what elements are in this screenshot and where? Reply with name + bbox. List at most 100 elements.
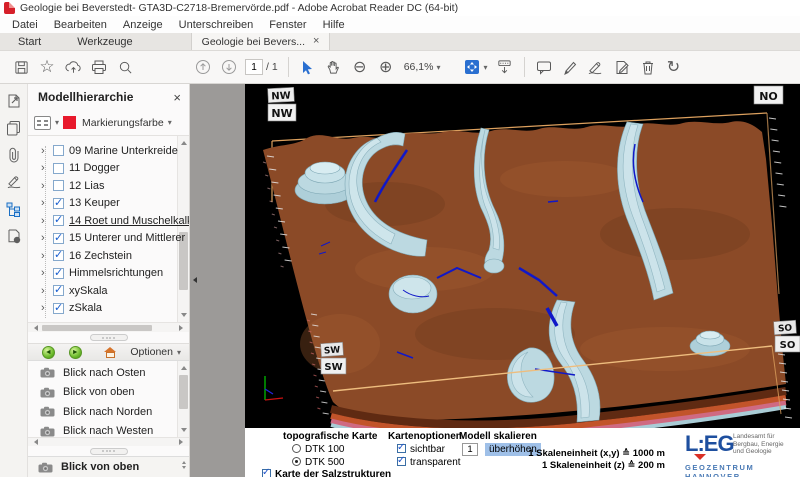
- scroll-mode-icon[interactable]: [492, 55, 518, 79]
- next-page-icon[interactable]: [216, 55, 242, 79]
- zoom-in-icon[interactable]: ⊕: [373, 55, 399, 79]
- tree-item[interactable]: ›xySkala: [28, 282, 177, 300]
- tree-view-mode-icon[interactable]: [34, 116, 51, 130]
- tree-item-checkbox[interactable]: [53, 180, 64, 191]
- menu-item-fenster[interactable]: Fenster: [261, 18, 314, 32]
- comment-icon[interactable]: [531, 55, 557, 79]
- tree-item[interactable]: ›09 Marine Unterkreide: [28, 142, 177, 160]
- next-view-button[interactable]: ►: [69, 346, 82, 359]
- chevron-down-icon[interactable]: ▾: [483, 63, 487, 72]
- previous-view-button[interactable]: ◄: [42, 346, 55, 359]
- tree-item[interactable]: ›zSkala: [28, 300, 177, 318]
- expander-icon[interactable]: ›: [41, 250, 48, 262]
- tree-item[interactable]: ›11 Dogger: [28, 160, 177, 178]
- delete-icon[interactable]: [635, 55, 661, 79]
- attachments-icon[interactable]: [3, 146, 25, 164]
- view-item[interactable]: Blick von oben: [28, 383, 177, 403]
- menu-item-datei[interactable]: Datei: [4, 18, 46, 32]
- tree-item-checkbox[interactable]: [53, 215, 64, 226]
- scroll-down-icon[interactable]: [181, 313, 187, 320]
- search-icon[interactable]: [112, 55, 138, 79]
- scroll-right-icon[interactable]: [179, 325, 186, 331]
- expander-icon[interactable]: ›: [41, 215, 48, 227]
- tree-item-checkbox[interactable]: [53, 250, 64, 261]
- views-vertical-scrollbar[interactable]: [177, 361, 189, 437]
- transparent-checkbox[interactable]: [397, 457, 406, 466]
- tree-item[interactable]: ›16 Zechstein: [28, 247, 177, 265]
- panel-splitter[interactable]: [28, 332, 189, 343]
- fit-page-icon[interactable]: [459, 55, 485, 79]
- scrollbar-thumb[interactable]: [179, 375, 188, 409]
- highlight-icon[interactable]: [557, 55, 583, 79]
- expander-icon[interactable]: ›: [41, 285, 48, 297]
- page-info-icon[interactable]: !: [3, 227, 25, 245]
- tree-item-checkbox[interactable]: [53, 145, 64, 156]
- menu-item-unterschreiben[interactable]: Unterschreiben: [171, 18, 262, 32]
- select-tool-icon[interactable]: [295, 55, 321, 79]
- tree-item[interactable]: ›12 Lias: [28, 177, 177, 195]
- hand-tool-icon[interactable]: [321, 55, 347, 79]
- expander-icon[interactable]: ›: [41, 197, 48, 209]
- tab-document[interactable]: Geologie bei Bevers... ×: [191, 33, 331, 50]
- expander-icon[interactable]: ›: [41, 180, 48, 192]
- tab-close-icon[interactable]: ×: [313, 36, 319, 47]
- scroll-right-icon[interactable]: [179, 439, 186, 445]
- panel-collapse-handle[interactable]: [190, 273, 198, 287]
- scroll-left-icon[interactable]: [31, 325, 38, 331]
- panel-splitter[interactable]: [28, 446, 189, 456]
- chevron-down-icon[interactable]: ▾: [55, 118, 59, 127]
- tree-item[interactable]: ›13 Keuper: [28, 195, 177, 213]
- options-menu[interactable]: Optionen ▾: [130, 346, 181, 358]
- scroll-up-icon[interactable]: [181, 138, 187, 145]
- view-item[interactable]: Blick nach Osten: [28, 363, 177, 383]
- tree-item-checkbox[interactable]: [53, 198, 64, 209]
- tree-item[interactable]: ›Himmelsrichtungen: [28, 265, 177, 283]
- page-thumbnails-icon[interactable]: [3, 119, 25, 137]
- default-view-button[interactable]: [104, 347, 117, 358]
- zoom-out-icon[interactable]: ⊖: [347, 55, 373, 79]
- tree-item-checkbox[interactable]: [53, 268, 64, 279]
- marker-color-label[interactable]: Markierungsfarbe: [82, 117, 164, 129]
- views-horizontal-scrollbar[interactable]: [28, 437, 189, 446]
- menu-item-bearbeiten[interactable]: Bearbeiten: [46, 18, 115, 32]
- rotate-icon[interactable]: ↻: [661, 55, 687, 79]
- expander-icon[interactable]: ›: [41, 302, 48, 314]
- scrollbar-thumb[interactable]: [42, 325, 152, 331]
- tree-item[interactable]: ›14 Roet und Muschelkalk: [28, 212, 177, 230]
- current-view-row[interactable]: Blick von oben: [28, 456, 189, 477]
- expander-icon[interactable]: ›: [41, 162, 48, 174]
- cloud-upload-icon[interactable]: [60, 55, 86, 79]
- view-item[interactable]: Blick nach Norden: [28, 402, 177, 422]
- sign-icon[interactable]: [583, 55, 609, 79]
- panel-close-icon[interactable]: ×: [173, 90, 181, 105]
- save-icon[interactable]: [8, 55, 34, 79]
- print-icon[interactable]: [86, 55, 112, 79]
- menu-item-hilfe[interactable]: Hilfe: [315, 18, 353, 32]
- menu-item-anzeige[interactable]: Anzeige: [115, 18, 171, 32]
- scroll-down-icon[interactable]: [181, 428, 187, 435]
- expander-icon[interactable]: ›: [41, 145, 48, 157]
- scroll-up-icon[interactable]: [181, 363, 187, 370]
- expander-icon[interactable]: ›: [41, 267, 48, 279]
- view-spinner[interactable]: [182, 459, 186, 471]
- export-pdf-icon[interactable]: [3, 92, 25, 110]
- tab-tools[interactable]: Werkzeuge: [59, 33, 150, 50]
- scale-value-input[interactable]: [462, 443, 478, 456]
- tree-item[interactable]: ›15 Unterer und Mittlerer Bur: [28, 230, 177, 248]
- expander-icon[interactable]: ›: [41, 232, 48, 244]
- page-number-input[interactable]: [245, 59, 263, 75]
- 3d-model-viewport[interactable]: NW NW NO SW SW SO SO: [245, 84, 800, 428]
- zoom-level-select[interactable]: 66,1% ▾: [399, 59, 446, 75]
- star-icon[interactable]: ☆: [34, 55, 60, 79]
- tree-vertical-scrollbar[interactable]: [177, 136, 189, 322]
- chevron-down-icon[interactable]: ▾: [168, 118, 172, 127]
- tree-item-checkbox[interactable]: [53, 233, 64, 244]
- edit-page-icon[interactable]: [609, 55, 635, 79]
- model-tree-icon[interactable]: [3, 200, 25, 218]
- previous-page-icon[interactable]: [190, 55, 216, 79]
- dtk100-radio[interactable]: [292, 444, 301, 453]
- tree-item-checkbox[interactable]: [53, 285, 64, 296]
- visible-checkbox[interactable]: [397, 444, 406, 453]
- signatures-icon[interactable]: [3, 173, 25, 191]
- salt-map-checkbox[interactable]: [262, 469, 271, 477]
